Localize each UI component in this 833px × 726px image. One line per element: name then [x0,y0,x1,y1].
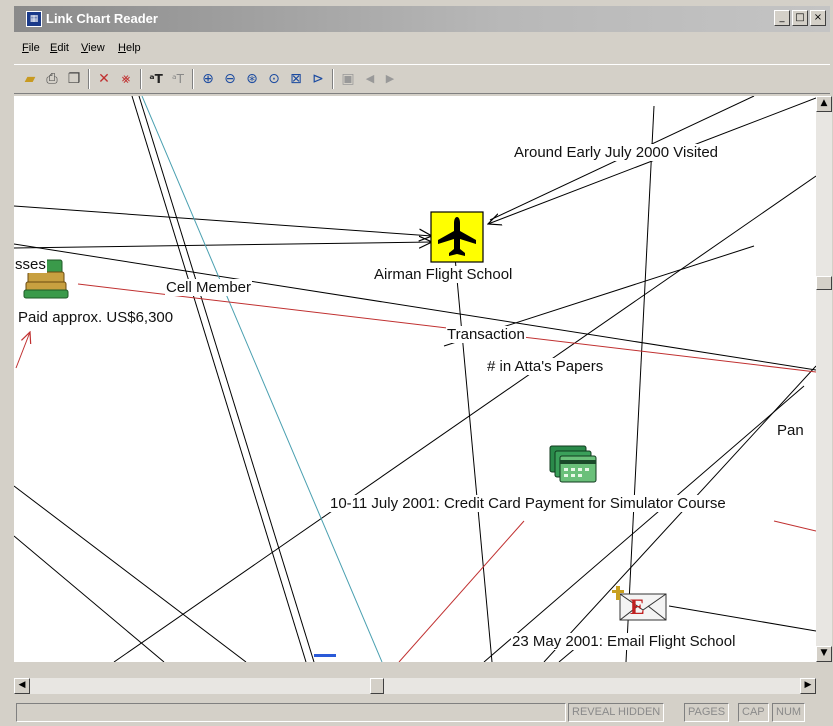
scroll-right-button[interactable]: ▶ [800,678,816,694]
window-title: Link Chart Reader [46,11,158,26]
link-line[interactable] [131,96,307,662]
text-large-icon[interactable]: ᵃT [146,69,166,89]
print-icon[interactable]: ⎙ [42,69,62,89]
link-line[interactable] [14,485,247,662]
node-label-flight-school: Airman Flight School [373,266,514,283]
node-label-pan: Pan [776,422,805,439]
toolbar-separator [192,69,194,89]
link-line[interactable] [14,243,816,371]
maximize-button[interactable]: □ [792,10,808,26]
link-label-cell-member: Cell Member [165,279,253,296]
node-label-payment: Paid approx. US$6,300 [17,309,175,326]
expand-icon[interactable]: ⊳ [308,69,328,89]
link-line[interactable] [668,605,816,632]
scroll-left-button[interactable]: ◀ [14,678,30,694]
node-label-clipped: sses [14,256,47,273]
link-label-visited: Around Early July 2000 Visited [513,144,720,161]
link-label-transaction: Transaction [446,326,526,343]
highlight-link-line[interactable] [141,96,383,662]
close-button[interactable]: × [810,10,826,26]
transaction-arrow[interactable] [15,332,30,369]
open-icon[interactable]: ▰ [20,69,40,89]
menu-edit[interactable]: Edit [50,42,69,54]
toolbar-separator [88,69,90,89]
zoom-out-icon[interactable]: ⊖ [220,69,240,89]
forward-icon[interactable]: ▶ [380,69,400,89]
email-icon[interactable]: E [612,586,667,621]
link-remove-icon[interactable]: ⨳ [116,69,136,89]
zoom-window-icon[interactable]: ⊛ [242,69,262,89]
link-arrow[interactable] [14,205,432,236]
offscreen-node-marker[interactable] [314,654,336,657]
status-message-panel [16,703,566,722]
airplane-icon[interactable] [430,211,484,263]
title-bar[interactable]: ▦ Link Chart Reader _ □ × [14,6,830,32]
link-label-atta-papers: # in Atta's Papers [486,358,605,375]
link-arrow[interactable] [488,97,816,224]
menu-view[interactable]: View [81,42,105,54]
link-line[interactable] [453,245,493,662]
back-icon[interactable]: ◀ [360,69,380,89]
node-label-credit-card: 10-11 July 2001: Credit Card Payment for… [329,495,727,512]
credit-card-icon[interactable] [549,445,597,483]
status-bar: REVEAL HIDDEN PAGES CAP NUM [14,700,830,724]
toolbar-separator [140,69,142,89]
status-pages: PAGES [684,703,730,722]
link-line[interactable] [138,96,315,662]
link-line[interactable] [625,105,655,662]
svg-text:E: E [630,594,645,619]
app-icon[interactable]: ▦ [26,11,42,27]
toolbar: ▰ ⎙ ❐ ✕ ⨳ ᵃT ᵃT ⊕ ⊖ ⊛ ⊙ ⊠ ⊳ ▣ ◀ ▶ [14,64,830,94]
link-add-icon[interactable]: ✕ [94,69,114,89]
scrollbar-corner [816,678,832,694]
menu-bar: File Edit View Help [14,36,830,60]
horizontal-scroll-thumb[interactable] [370,678,384,694]
menu-file[interactable]: File [22,42,40,54]
link-chart-drawing: E [14,96,816,662]
scroll-up-button[interactable]: ▲ [816,96,832,112]
status-num: NUM [772,703,806,722]
camera-icon[interactable]: ▣ [338,69,358,89]
fit-page-icon[interactable]: ⊠ [286,69,306,89]
vertical-scrollbar[interactable]: ▲ ▼ [816,96,832,662]
text-small-icon[interactable]: ᵃT [168,69,188,89]
copy-icon[interactable]: ❐ [64,69,84,89]
node-label-email: 23 May 2001: Email Flight School [511,633,737,650]
menu-help[interactable]: Help [118,42,141,54]
link-chart-canvas[interactable]: E Around Early July 2000 Visited Airman … [14,96,816,662]
transaction-link-line[interactable] [398,520,525,662]
status-reveal-hidden: REVEAL HIDDEN [568,703,665,722]
zoom-in-icon[interactable]: ⊕ [198,69,218,89]
scroll-down-button[interactable]: ▼ [816,646,832,662]
zoom-reset-icon[interactable]: ⊙ [264,69,284,89]
status-cap: CAP [738,703,769,722]
horizontal-scrollbar[interactable]: ◀ ▶ [14,678,816,694]
transaction-link-line[interactable] [773,520,816,532]
toolbar-separator [332,69,334,89]
link-arrow[interactable] [14,242,432,248]
minimize-button[interactable]: _ [774,10,790,26]
app-window: ▦ Link Chart Reader _ □ × File Edit View… [0,0,833,726]
vertical-scroll-thumb[interactable] [816,276,832,290]
